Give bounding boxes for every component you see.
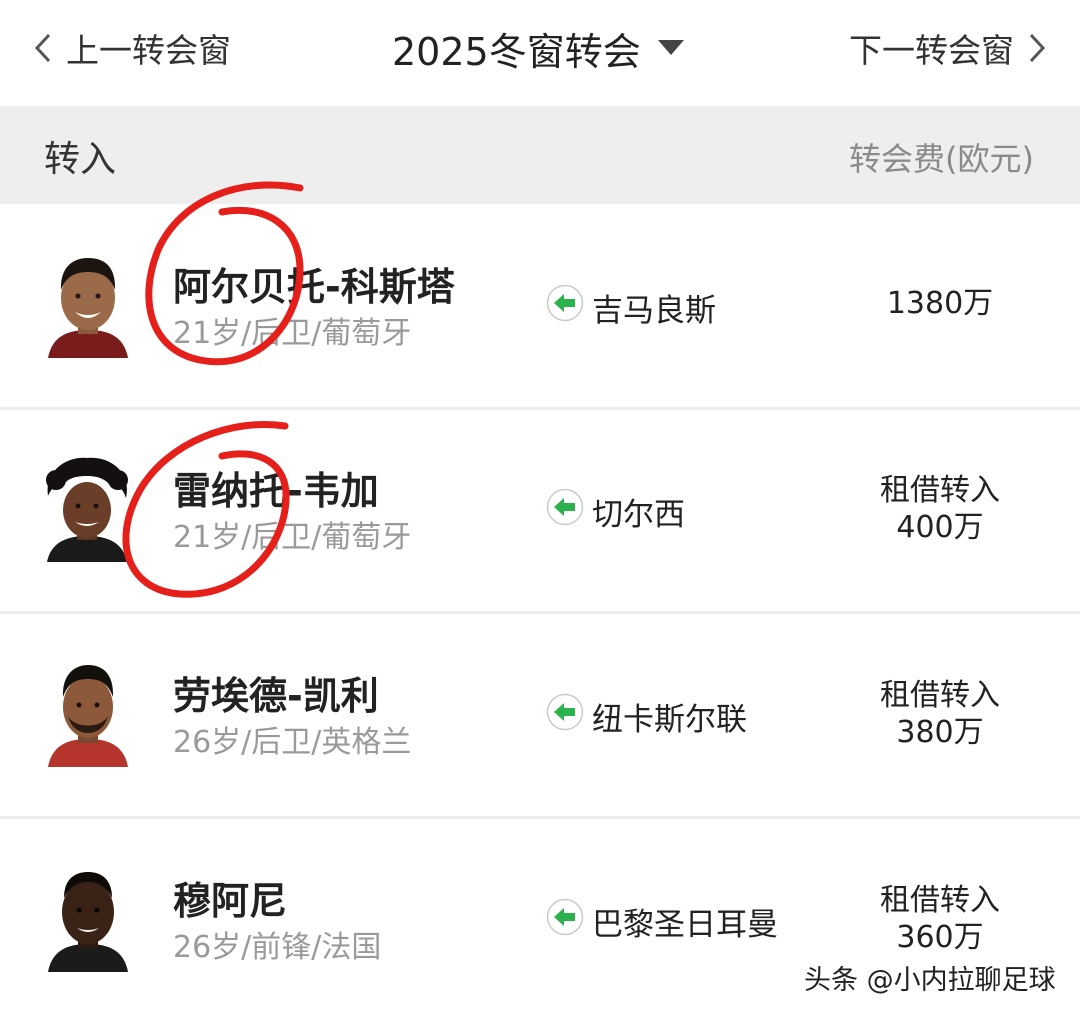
player-name: 雷纳托-韦加 — [173, 469, 379, 513]
from-club-name: 切尔西 — [592, 496, 685, 533]
from-club[interactable]: 巴黎圣日耳曼 — [546, 898, 778, 944]
transfer-fee: 租借转入 360万 — [840, 882, 1040, 956]
transfer-fee-amount: 360万 — [896, 920, 984, 955]
arrow-left-circle-icon — [546, 898, 584, 944]
transfer-row[interactable]: 劳埃德-凯利 26岁/后卫/英格兰 纽卡斯尔联 租借转入 380万 — [0, 613, 1080, 819]
transfer-window-nav: 上一转会窗 2025冬窗转会 下一转会窗 — [0, 0, 1080, 104]
player-avatar — [48, 659, 128, 767]
transfer-fee: 租借转入 380万 — [840, 677, 1040, 751]
player-info: 21岁/后卫/葡萄牙 — [173, 520, 412, 555]
transfer-fee-amount: 400万 — [896, 510, 984, 545]
from-club[interactable]: 吉马良斯 — [546, 284, 716, 330]
transfer-fee: 租借转入 400万 — [840, 472, 1040, 546]
section-header: 转入 转会费(欧元) — [0, 106, 1080, 204]
fee-column-header: 转会费(欧元) — [849, 140, 1034, 178]
player-info: 21岁/后卫/葡萄牙 — [173, 316, 412, 351]
player-name: 穆阿尼 — [173, 879, 288, 923]
player-name: 阿尔贝托-科斯塔 — [173, 265, 455, 309]
transfer-type: 租借转入 — [880, 883, 1000, 918]
player-name: 劳埃德-凯利 — [173, 674, 379, 718]
prev-window-button[interactable]: 上一转会窗 — [34, 24, 231, 72]
transfer-type: 租借转入 — [880, 678, 1000, 713]
player-avatar — [42, 454, 132, 562]
next-window-label: 下一转会窗 — [849, 31, 1014, 70]
transfer-row[interactable]: 阿尔贝托-科斯塔 21岁/后卫/葡萄牙 吉马良斯 1380万 — [0, 204, 1080, 410]
window-title: 2025冬窗转会 — [392, 29, 641, 74]
chevron-left-icon — [34, 33, 52, 63]
transfer-fee-amount: 380万 — [896, 715, 984, 750]
transfer-row[interactable]: 雷纳托-韦加 21岁/后卫/葡萄牙 切尔西 租借转入 400万 — [0, 408, 1080, 614]
chevron-right-icon — [1028, 33, 1046, 63]
arrow-left-circle-icon — [546, 693, 584, 739]
section-title: 转入 — [44, 139, 117, 180]
caret-down-icon — [657, 39, 685, 57]
from-club[interactable]: 切尔西 — [546, 488, 685, 534]
player-info: 26岁/前锋/法国 — [173, 930, 382, 965]
from-club-name: 巴黎圣日耳曼 — [592, 906, 778, 943]
transfer-fee: 1380万 — [840, 285, 1040, 322]
transfer-fee-amount: 1380万 — [886, 286, 994, 321]
prev-window-label: 上一转会窗 — [66, 31, 231, 70]
arrow-left-circle-icon — [546, 488, 584, 534]
from-club[interactable]: 纽卡斯尔联 — [546, 693, 747, 739]
player-info: 26岁/后卫/英格兰 — [173, 725, 412, 760]
watermark: 头条 @小内拉聊足球 — [804, 965, 1056, 996]
from-club-name: 纽卡斯尔联 — [592, 701, 747, 738]
window-selector[interactable]: 2025冬窗转会 — [392, 22, 685, 74]
next-window-button[interactable]: 下一转会窗 — [849, 24, 1046, 72]
from-club-name: 吉马良斯 — [592, 292, 716, 329]
player-avatar — [48, 250, 128, 358]
player-avatar — [48, 864, 128, 972]
arrow-left-circle-icon — [546, 284, 584, 330]
transfer-type: 租借转入 — [880, 473, 1000, 508]
